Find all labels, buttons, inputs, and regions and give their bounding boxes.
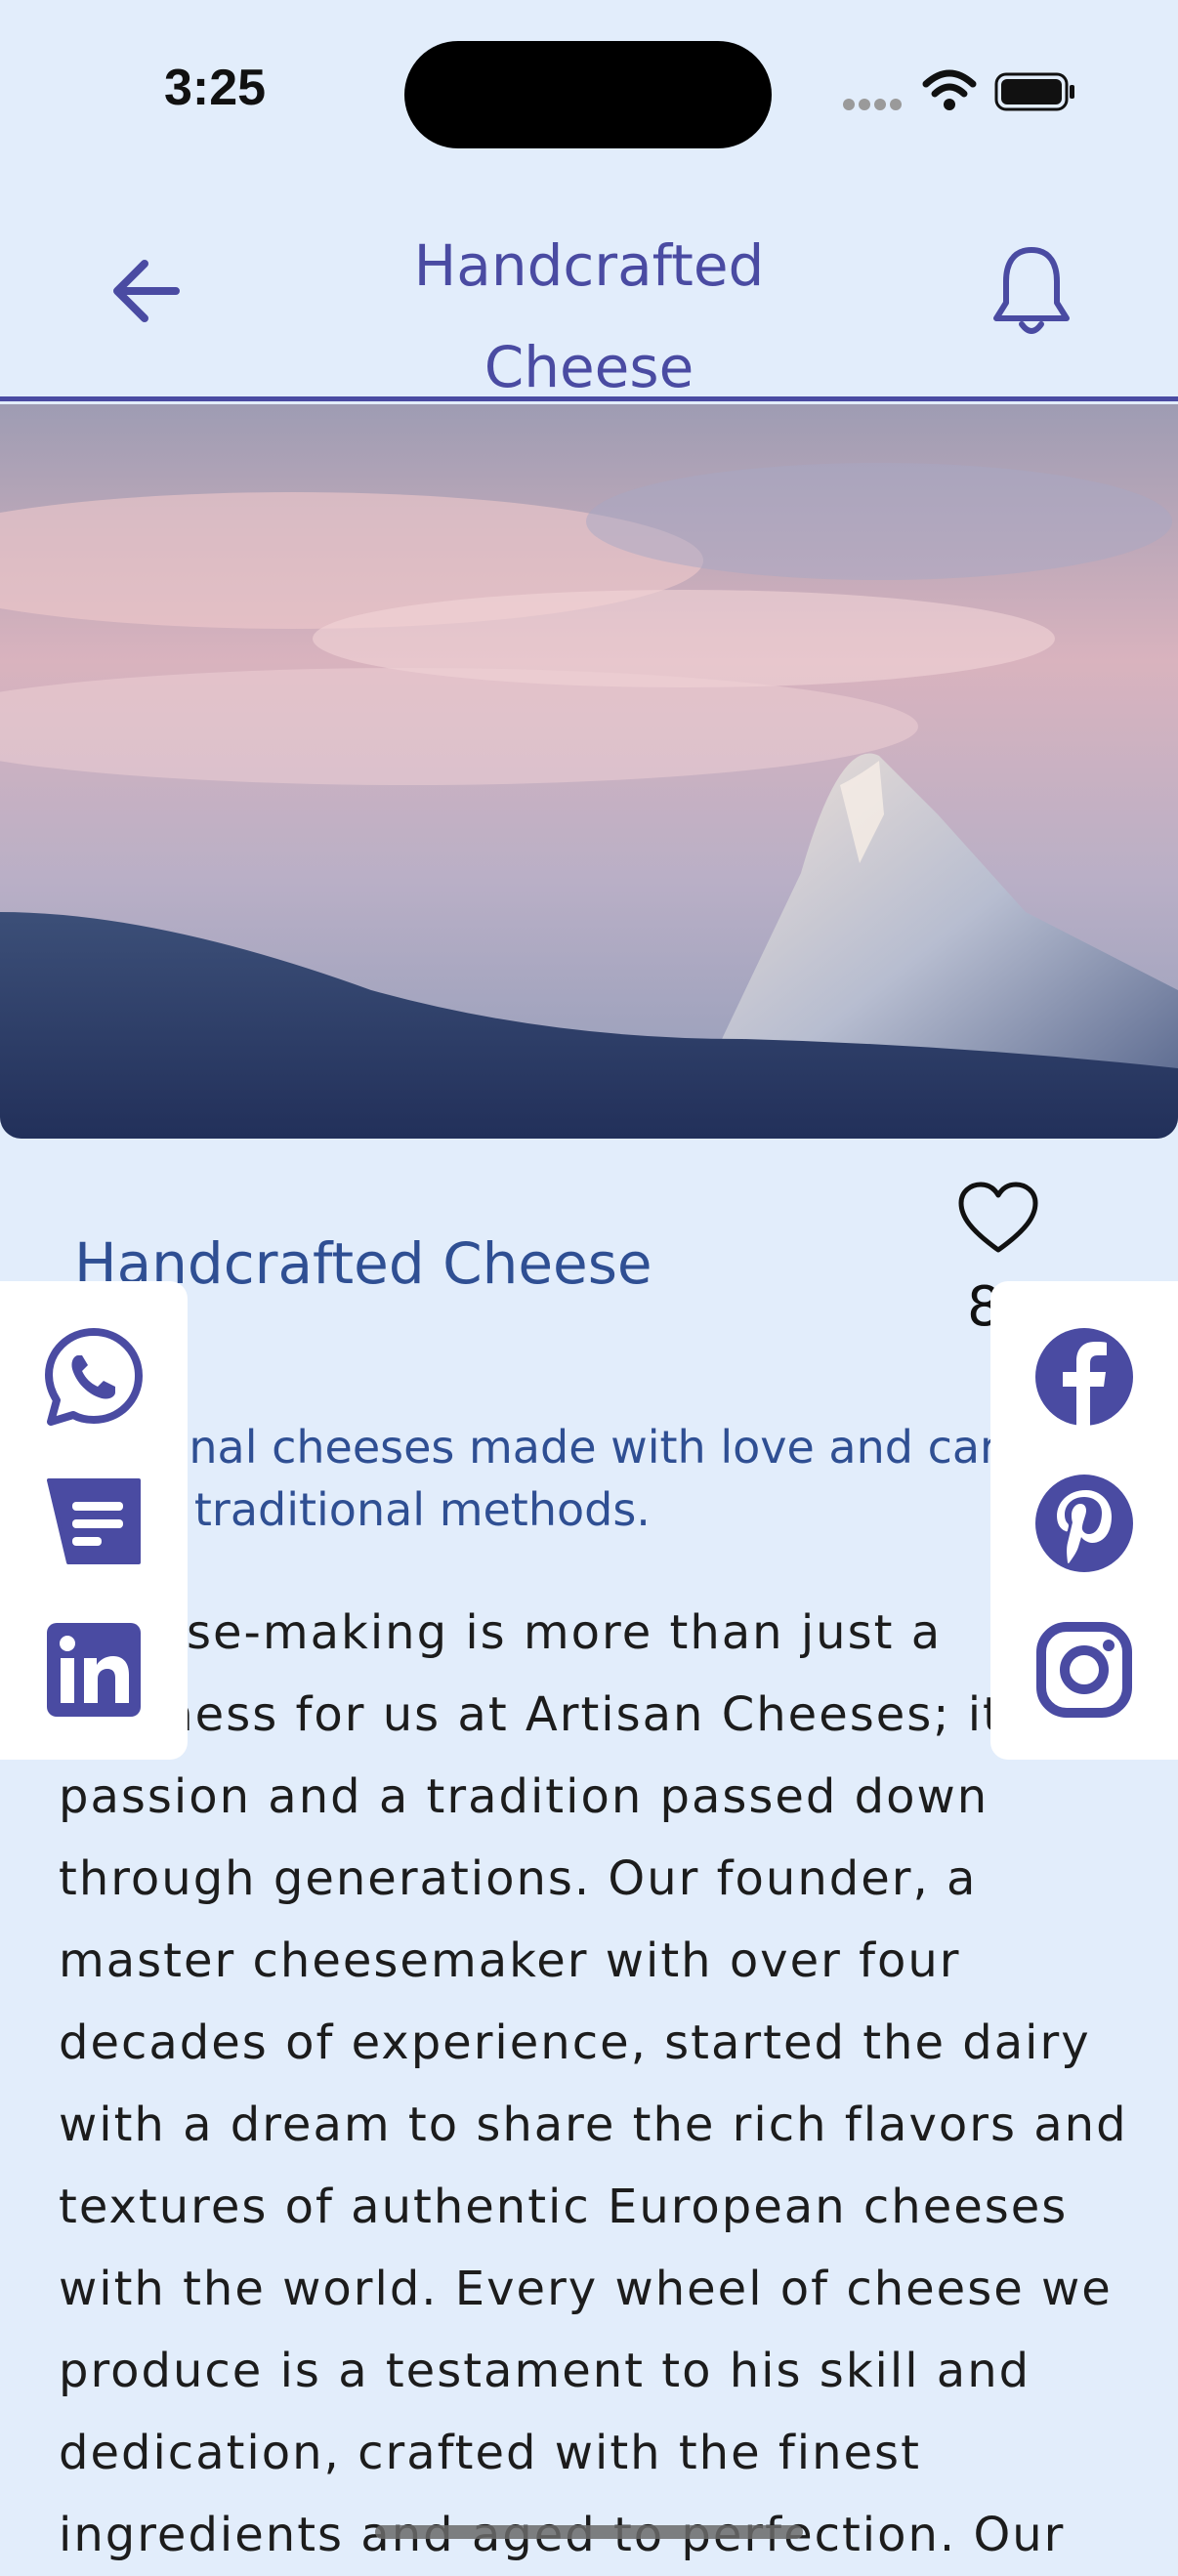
article-subtitle: Artisanal cheeses made with love and car… [59, 1421, 1026, 1536]
linkedin-icon[interactable] [43, 1619, 145, 1721]
article-body: Cheese-making is more than just a busine… [59, 1605, 1128, 2562]
share-panel-left [0, 1281, 188, 1760]
status-time: 3:25 [164, 60, 267, 116]
message-icon[interactable] [43, 1473, 145, 1574]
bell-icon[interactable] [987, 242, 1076, 340]
heart-icon[interactable] [957, 1182, 1039, 1256]
dynamic-island [404, 41, 772, 148]
instagram-icon[interactable] [1033, 1619, 1135, 1721]
header-divider [0, 396, 1178, 401]
hero-image [0, 404, 1178, 1139]
share-panel-right [990, 1281, 1178, 1760]
back-arrow-icon[interactable] [105, 250, 188, 332]
pinterest-icon[interactable] [1033, 1473, 1135, 1574]
cellular-signal-icon [843, 99, 902, 110]
page-title: Handcrafted Cheese [413, 232, 765, 400]
battery-icon [994, 72, 1074, 111]
facebook-icon[interactable] [1033, 1326, 1135, 1428]
home-indicator[interactable] [375, 2525, 803, 2539]
whatsapp-icon[interactable] [43, 1326, 145, 1428]
wifi-icon [922, 69, 977, 110]
